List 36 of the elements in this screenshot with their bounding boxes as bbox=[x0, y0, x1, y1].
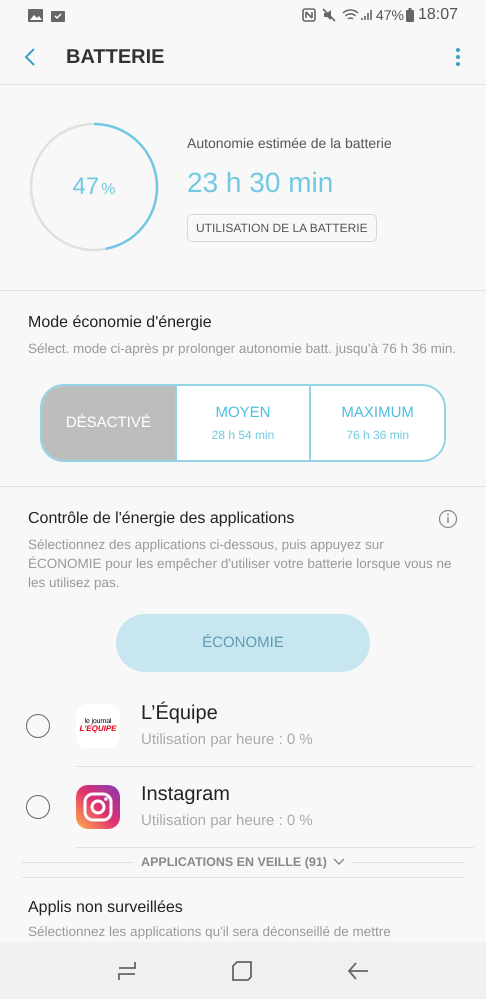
estimate-caption: Autonomie estimée de la batterie bbox=[187, 134, 392, 153]
section-description: Sélectionnez les applications qu'il sera déconseillé de mettre bbox=[28, 922, 392, 941]
app-name: Instagram bbox=[141, 782, 231, 806]
mute-icon bbox=[322, 8, 336, 22]
more-options-button[interactable] bbox=[454, 47, 462, 67]
battery-icon bbox=[406, 8, 414, 22]
wifi-icon bbox=[342, 8, 359, 22]
battery-percent: 47% bbox=[72, 172, 116, 202]
recent-apps-icon[interactable] bbox=[117, 960, 138, 980]
home-icon[interactable] bbox=[232, 960, 252, 980]
radio-button[interactable] bbox=[26, 714, 50, 738]
section-title: Mode économie d'énergie bbox=[28, 312, 213, 333]
signal-icon bbox=[360, 9, 373, 21]
screen-title: BATTERIE bbox=[66, 45, 165, 70]
app-usage: Utilisation par heure : 0 % bbox=[141, 810, 313, 830]
image-icon bbox=[28, 8, 43, 22]
power-mode-option[interactable]: DÉSACTIVÉ bbox=[42, 386, 175, 460]
nfc-icon bbox=[302, 8, 316, 22]
battery-usage-button[interactable]: UTILISATION DE LA BATTERIE bbox=[187, 214, 377, 242]
radio-button[interactable] bbox=[26, 795, 50, 820]
back-icon[interactable] bbox=[346, 960, 369, 980]
section-description: Sélectionnez des applications ci-dessous, puis appuyez sur ÉCONOMIE pour les empêcher d'utiliser votre batterie lorsque vous ne les utilisez pas. bbox=[28, 536, 453, 592]
camera-app-icon bbox=[76, 784, 120, 829]
chevron-down-icon bbox=[332, 858, 345, 866]
app-name: L’Équipe bbox=[141, 700, 219, 724]
clock-text: 18:07 bbox=[418, 5, 458, 25]
clipboard-check-icon bbox=[51, 8, 65, 22]
info-icon[interactable] bbox=[438, 508, 458, 529]
section-title: Contrôle de l'énergie des applications bbox=[28, 508, 296, 529]
sleeping-apps-expander[interactable]: APPLICATIONS EN VEILLE (91) bbox=[133, 852, 353, 872]
app-usage: Utilisation par heure : 0 % bbox=[141, 730, 313, 750]
remaining-time: 23 h 30 min bbox=[187, 166, 334, 200]
power-mode-option[interactable]: MAXIMUM 76 h 36 min bbox=[309, 386, 444, 460]
battery-level-text: 47% bbox=[376, 6, 404, 24]
section-title: Applis non surveillées bbox=[28, 898, 184, 918]
section-description: Sélect. mode ci-après pr prolonger autonomie batt. jusqu'à 76 h 36 min. bbox=[28, 340, 458, 358]
